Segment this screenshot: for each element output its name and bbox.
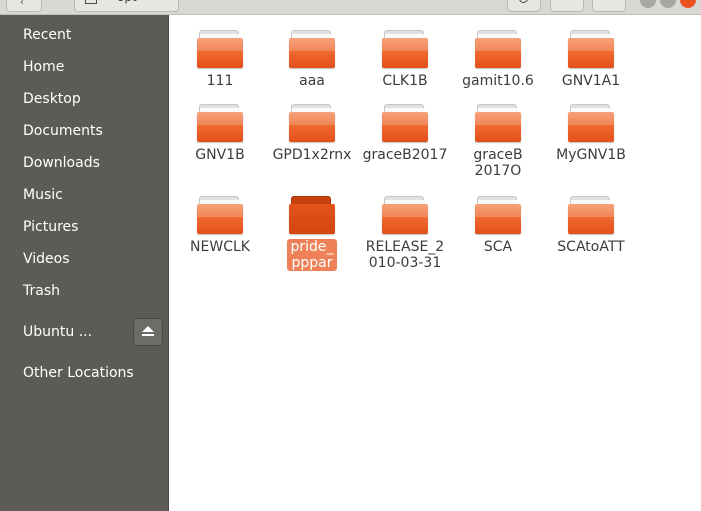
view-options-button[interactable] (550, 0, 584, 12)
folder-icon (568, 104, 614, 142)
folder-name: GNV1B (195, 147, 245, 163)
folder-name-selected: pride_pppar (287, 239, 337, 271)
folder-name: CLK1B (382, 73, 428, 89)
back-button[interactable]: ‹ (6, 0, 42, 12)
sidebar-item-desktop[interactable]: Desktop (23, 88, 81, 110)
folder-name: 111 (206, 73, 234, 89)
menu-button[interactable] (592, 0, 626, 12)
path-bar[interactable]: opt (74, 0, 179, 12)
search-button[interactable] (507, 0, 541, 12)
home-icon (85, 0, 97, 4)
folder-icon (382, 196, 428, 234)
file-grid: 111 aaa CLK1B gamit10.6 GNV1A1 GNV1B GPD… (169, 15, 701, 511)
sidebar-item-videos[interactable]: Videos (23, 248, 70, 270)
folder-icon (475, 196, 521, 234)
folder-name: SCAtoATT (557, 239, 625, 255)
folder-name: pride_pppar (267, 239, 357, 271)
sidebar-item-music[interactable]: Music (23, 184, 63, 206)
sidebar-item-trash[interactable]: Trash (23, 280, 60, 302)
folder-name: GPD1x2rnx (272, 147, 352, 163)
back-arrow-icon: ‹ (20, 0, 24, 8)
folder-name: SCA (483, 239, 513, 255)
sidebar-item-ubuntu[interactable]: Ubuntu ... (23, 321, 92, 343)
sidebar: Recent Home Desktop Documents Downloads … (0, 15, 169, 511)
folder-icon (197, 104, 243, 142)
folder-name: GNV1A1 (561, 73, 621, 89)
sidebar-item-other-locations[interactable]: Other Locations (23, 362, 134, 384)
eject-icon (142, 326, 154, 332)
folder-name: graceB2017O (473, 147, 523, 179)
folder-icon (289, 30, 335, 68)
sidebar-item-documents[interactable]: Documents (23, 120, 103, 142)
header-bar: ‹ opt (0, 0, 701, 15)
folder-icon (568, 30, 614, 68)
sidebar-item-downloads[interactable]: Downloads (23, 152, 100, 174)
folder-icon (475, 104, 521, 142)
folder-icon (382, 30, 428, 68)
folder-name: NEWCLK (190, 239, 250, 255)
folder-name: graceB2017 (362, 147, 448, 163)
folder-name: gamit10.6 (462, 73, 534, 89)
folder-icon (475, 30, 521, 68)
folder-icon (382, 104, 428, 142)
folder-name: MyGNV1B (556, 147, 626, 163)
folder-name: aaa (299, 73, 325, 89)
folder-icon (289, 104, 335, 142)
sidebar-item-pictures[interactable]: Pictures (23, 216, 78, 238)
folder-icon (197, 30, 243, 68)
path-segment[interactable]: opt (117, 0, 137, 3)
close-button[interactable] (680, 0, 696, 8)
eject-button[interactable] (133, 318, 163, 346)
folder-name: RELEASE_2010-03-31 (365, 239, 445, 271)
maximize-button[interactable] (660, 0, 676, 8)
folder-icon (197, 196, 243, 234)
minimize-button[interactable] (640, 0, 656, 8)
search-icon (519, 0, 528, 3)
folder-icon (568, 196, 614, 234)
folder-icon (289, 196, 335, 234)
sidebar-item-recent[interactable]: Recent (23, 24, 71, 46)
sidebar-item-home[interactable]: Home (23, 56, 64, 78)
